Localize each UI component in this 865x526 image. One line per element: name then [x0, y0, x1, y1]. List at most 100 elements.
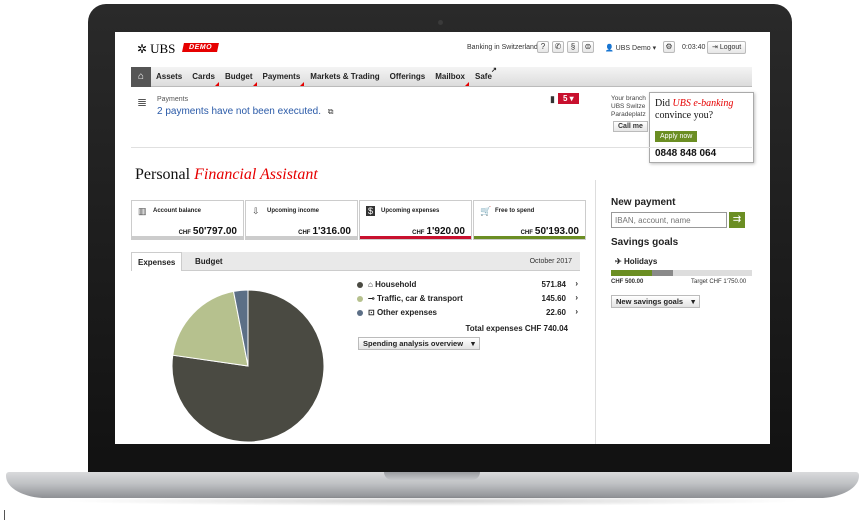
- country-link[interactable]: Banking in Switzerland: [467, 44, 538, 51]
- card-bar: [246, 236, 357, 239]
- nav-budget[interactable]: Budget: [220, 67, 258, 87]
- logout-label: Logout: [719, 44, 742, 51]
- bell-icon[interactable]: ▮: [550, 94, 555, 105]
- card-label: Free to spend: [495, 208, 535, 214]
- month-label: October 2017: [529, 258, 572, 265]
- column-divider: [595, 180, 596, 444]
- nav-label: Safe: [475, 71, 492, 81]
- user-icon: 👤: [605, 45, 614, 52]
- apply-now-button[interactable]: Apply now: [655, 131, 698, 142]
- user-menu[interactable]: 👤 UBS Demo ▾: [605, 44, 656, 52]
- call-me-button[interactable]: Call me: [613, 121, 648, 132]
- section-icon[interactable]: §: [567, 41, 579, 53]
- new-savings-goals-button[interactable]: New savings goals ▾: [611, 295, 700, 308]
- savings-goal-holidays[interactable]: ✈ Holidays: [615, 257, 657, 266]
- other-icon: ⊡: [368, 308, 377, 317]
- expenses-pie-chart[interactable]: [170, 288, 326, 444]
- cart-icon: 🛒: [480, 206, 492, 216]
- lock-icon[interactable]: ⊜: [582, 41, 594, 53]
- plane-icon: ✈: [615, 257, 624, 266]
- household-icon: ⌂: [368, 280, 376, 289]
- notification-title: Payments: [157, 96, 189, 103]
- promo-box: Did UBS e-banking convince you? Apply no…: [649, 92, 754, 163]
- legend-row-traffic[interactable]: ⊸ Traffic, car & transport 145.60 ›: [355, 292, 580, 306]
- page-title: Personal Financial Assistant: [135, 166, 318, 184]
- nav-payments[interactable]: Payments: [258, 67, 306, 87]
- nav-mailbox[interactable]: Mailbox: [430, 67, 470, 87]
- help-icon[interactable]: ?: [537, 41, 549, 53]
- branch-line: Paradeplatz: [611, 111, 646, 118]
- nav-cards[interactable]: Cards: [187, 67, 220, 87]
- external-link-icon: ⧉: [327, 107, 334, 116]
- count-value: 5: [563, 94, 568, 103]
- chevron-right-icon: ›: [575, 307, 578, 316]
- legend-row-other[interactable]: ⊡ Other expenses 22.60 ›: [355, 306, 580, 320]
- branch-line: UBS Switze: [611, 103, 646, 110]
- nav-label: Assets: [156, 71, 183, 81]
- card-free-to-spend[interactable]: 🛒 Free to spend CHF 50'193.00: [473, 200, 586, 240]
- total-expenses: Total expenses CHF 740.04: [465, 324, 568, 333]
- card-label: Upcoming income: [267, 208, 320, 214]
- promo-text: convince you?: [655, 110, 714, 121]
- car-icon: ⊸: [368, 294, 377, 303]
- chart-legend: ⌂ Household 571.84 › ⊸ Traffic, car & tr…: [355, 278, 580, 320]
- card-label: Account balance: [153, 208, 202, 214]
- nav-markets[interactable]: Markets & Trading: [305, 67, 384, 87]
- savings-current: CHF 500.00: [611, 279, 644, 285]
- legend-label: ⊸ Traffic, car & transport: [368, 294, 463, 303]
- savings-target: Target CHF 1'750.00: [691, 279, 747, 285]
- laptop-base: [6, 472, 859, 498]
- tab-budget[interactable]: Budget: [189, 252, 229, 271]
- corner-mark: [214, 81, 219, 86]
- spending-analysis-button[interactable]: Spending analysis overview ▾: [358, 337, 480, 350]
- top-bar: ✲ UBS DEMO Banking in Switzerland ? ✆ § …: [115, 32, 770, 62]
- payment-search-input[interactable]: [611, 212, 727, 228]
- nav-safe[interactable]: Safe ↗: [470, 67, 497, 87]
- tab-expenses[interactable]: Expenses: [131, 252, 183, 271]
- title-accent: Financial Assistant: [194, 166, 318, 183]
- nav-label: Mailbox: [435, 71, 465, 81]
- chevron-down-icon: ▾: [471, 339, 475, 348]
- savings-progress-marker: [651, 270, 674, 276]
- home-icon[interactable]: ⌂: [131, 66, 151, 87]
- nav-label: Payments: [262, 71, 301, 81]
- branch-info: Your branch UBS Switze Paradeplatz: [611, 95, 651, 119]
- legend-row-household[interactable]: ⌂ Household 571.84 ›: [355, 278, 580, 292]
- logo-text: UBS: [150, 41, 176, 56]
- notification-message: 2 payments have not been executed.: [157, 106, 322, 117]
- notification-link[interactable]: 2 payments have not been executed. ⧉: [157, 106, 334, 117]
- card-upcoming-expenses[interactable]: $ Upcoming expenses CHF 1'920.00: [359, 200, 472, 240]
- promo-question: Did UBS e-banking convince you?: [655, 98, 755, 122]
- chevron-down-icon: ▾: [691, 297, 695, 306]
- title-plain: Personal: [135, 166, 191, 183]
- logout-icon: ⇥: [712, 44, 718, 51]
- legend-dot: [357, 282, 363, 288]
- payments-alert-icon: ≣: [137, 95, 148, 109]
- nav-assets[interactable]: Assets: [151, 67, 187, 87]
- legend-label: ⌂ Household: [368, 280, 416, 289]
- nav-offerings[interactable]: Offerings: [385, 67, 431, 87]
- nav-label: Offerings: [389, 71, 426, 81]
- phone-icon[interactable]: ✆: [552, 41, 564, 53]
- nav-label: Cards: [192, 71, 215, 81]
- corner-mark: [465, 81, 469, 86]
- promo-text: Did: [655, 98, 673, 109]
- savings-progress-fill: [611, 270, 652, 276]
- edge-mark: [4, 510, 5, 520]
- screen: ✲ UBS DEMO Banking in Switzerland ? ✆ § …: [115, 32, 770, 444]
- ubs-logo[interactable]: ✲ UBS: [137, 41, 175, 57]
- new-payment-go-icon[interactable]: ⇉: [729, 212, 745, 228]
- legend-label: ⊡ Other expenses: [368, 308, 437, 317]
- card-upcoming-income[interactable]: ⇩ Upcoming income CHF 1'316.00: [245, 200, 358, 240]
- button-label: Spending analysis overview: [363, 339, 464, 348]
- new-payment-title: New payment: [611, 197, 676, 208]
- keys-icon: ✲: [137, 41, 148, 56]
- settings-icon[interactable]: ⚙: [663, 41, 675, 53]
- notification-count[interactable]: 5 ▾: [558, 93, 579, 104]
- card-bar: [474, 236, 585, 239]
- branch-line: Your branch: [611, 95, 646, 102]
- logout-button[interactable]: ⇥ Logout: [707, 41, 747, 54]
- main-nav: ⌂ Assets Cards Budget Payments Markets &…: [131, 66, 752, 87]
- card-account-balance[interactable]: ▥ Account balance CHF 50'797.00: [131, 200, 244, 240]
- legend-value: 145.60: [541, 294, 566, 303]
